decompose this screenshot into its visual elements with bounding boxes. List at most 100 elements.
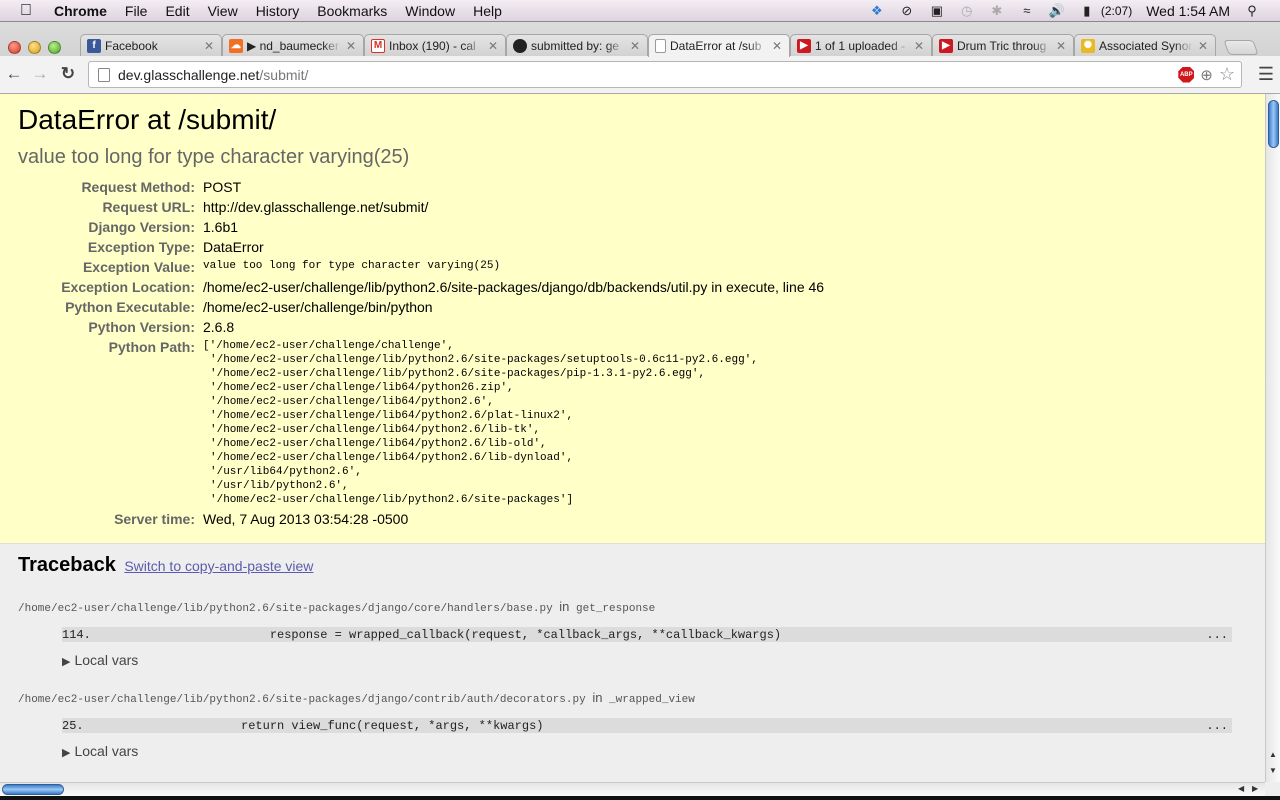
info-value: 1.6b1 <box>203 219 239 235</box>
chrome-menu-icon[interactable]: ☰ <box>1258 64 1274 85</box>
youtube-icon: ▶ <box>797 38 811 53</box>
new-tab-button[interactable] <box>1223 40 1259 55</box>
frame-file-path: /home/ec2-user/challenge/lib/python2.6/s… <box>18 603 553 615</box>
frame-context-line[interactable]: 25. return view_func(request, *args, **k… <box>62 718 1232 733</box>
volume-icon[interactable]: 🔊 <box>1049 3 1065 18</box>
tab-title: submitted by: ge <box>531 38 620 53</box>
scroll-left-arrow[interactable]: ◀ <box>1238 784 1244 793</box>
vertical-scroll-thumb[interactable] <box>1268 100 1279 148</box>
scroll-down-arrow[interactable]: ▼ <box>1269 766 1277 775</box>
info-label: Python Version: <box>88 319 195 335</box>
switch-to-copy-paste-link[interactable]: Switch to copy-and-paste view <box>124 558 313 574</box>
tab-close-icon[interactable]: ✕ <box>1197 39 1209 53</box>
soundcloud-icon: ☁ <box>229 38 243 53</box>
reload-button[interactable]: ↻ <box>58 64 78 84</box>
error-subtitle: value too long for type character varyin… <box>18 146 410 168</box>
menu-file[interactable]: File <box>125 3 148 19</box>
forward-button[interactable]: → <box>30 64 50 84</box>
tab-close-icon[interactable]: ✕ <box>629 39 641 53</box>
menu-help[interactable]: Help <box>473 3 502 19</box>
tab-close-icon[interactable]: ✕ <box>1055 39 1067 53</box>
expand-context-button[interactable]: ... <box>1206 628 1232 642</box>
tab-close-icon[interactable]: ✕ <box>913 39 925 53</box>
menu-edit[interactable]: Edit <box>165 3 189 19</box>
info-value: DataError <box>203 239 264 255</box>
facebook-icon: f <box>87 38 101 53</box>
python-path-entry: '/home/ec2-user/challenge/lib/python2.6/… <box>210 368 706 380</box>
python-path-entry: '/usr/lib64/python2.6', <box>210 466 362 478</box>
horizontal-scrollbar[interactable]: ◀ ▶ <box>0 782 1265 796</box>
local-vars-label: Local vars <box>74 743 139 759</box>
tab-dataerror[interactable]: DataError at /sub ✕ <box>648 34 790 57</box>
wifi-icon[interactable]: ≈ <box>1019 3 1035 18</box>
python-path-entry: '/usr/lib/python2.6', <box>210 480 349 492</box>
menu-bookmarks[interactable]: Bookmarks <box>317 3 387 19</box>
scroll-up-arrow[interactable]: ▲ <box>1269 750 1277 759</box>
horizontal-scroll-thumb[interactable] <box>2 784 64 795</box>
info-row-python-path: Python Path: ['/home/ec2-user/challenge/c… <box>18 337 824 509</box>
sync-icon[interactable]: ⊘ <box>899 3 915 18</box>
traceback-frame: /home/ec2-user/challenge/lib/python2.6/s… <box>18 690 1247 759</box>
battery-icon[interactable]: ▮ <box>1079 3 1095 18</box>
tab-youtube-upload[interactable]: ▶ 1 of 1 uploaded - ✕ <box>790 34 932 56</box>
menu-window[interactable]: Window <box>405 3 455 19</box>
resize-corner[interactable] <box>1265 782 1280 796</box>
minimize-window-button[interactable] <box>28 41 41 54</box>
apple-menu-icon[interactable]:  <box>20 2 40 20</box>
info-row: Python Version: 2.6.8 <box>18 317 824 337</box>
info-label: Python Path: <box>108 339 195 355</box>
zoom-icon[interactable]: ⊕ <box>1200 66 1213 84</box>
expand-context-button[interactable]: ... <box>1206 719 1232 733</box>
tab-soundcloud[interactable]: ☁ ▶ nd_baumecker ✕ <box>222 34 364 56</box>
back-button[interactable]: ← <box>4 64 24 84</box>
info-row: Exception Type: DataError <box>18 237 824 257</box>
frame-location: /home/ec2-user/challenge/lib/python2.6/s… <box>18 690 1247 706</box>
info-row: Python Executable: /home/ec2-user/challen… <box>18 297 824 317</box>
local-vars-toggle[interactable]: ▶ Local vars <box>62 652 1247 668</box>
adblock-plus-icon[interactable]: ABP <box>1178 66 1195 83</box>
info-label: Request Method: <box>81 179 195 195</box>
spotlight-search-icon[interactable]: ⚲ <box>1244 3 1260 18</box>
tab-associated-synonyms[interactable]: ✺ Associated Synon ✕ <box>1074 34 1216 56</box>
tab-close-icon[interactable]: ✕ <box>771 39 783 53</box>
tab-close-icon[interactable]: ✕ <box>203 39 215 53</box>
tab-gmail[interactable]: M Inbox (190) - cal ✕ <box>364 34 506 56</box>
dropbox-icon[interactable]: ❖ <box>869 3 885 18</box>
info-row: Request Method: POST <box>18 177 824 197</box>
disclosure-triangle-icon: ▶ <box>62 747 71 759</box>
tab-title: 1 of 1 uploaded - <box>815 38 906 53</box>
info-label: Exception Location: <box>61 279 195 295</box>
local-vars-toggle[interactable]: ▶ Local vars <box>62 743 1247 759</box>
close-window-button[interactable] <box>8 41 21 54</box>
menu-app-chrome[interactable]: Chrome <box>54 3 107 19</box>
local-vars-label: Local vars <box>74 652 139 668</box>
menu-view[interactable]: View <box>208 3 238 19</box>
frame-context-line[interactable]: 114. response = wrapped_callback(request… <box>62 627 1232 642</box>
bluetooth-icon[interactable]: ✱ <box>989 3 1005 18</box>
disclosure-triangle-icon: ▶ <box>62 656 71 668</box>
display-icon[interactable]: ▣ <box>929 3 945 18</box>
zoom-window-button[interactable] <box>48 41 61 54</box>
python-path-entry: ['/home/ec2-user/challenge/challenge', <box>203 340 454 352</box>
battery-time: (2:07) <box>1100 3 1133 18</box>
scroll-right-arrow[interactable]: ▶ <box>1252 784 1258 793</box>
tab-youtube-drum[interactable]: ▶ Drum Tric throug ✕ <box>932 34 1074 56</box>
menu-history[interactable]: History <box>256 3 300 19</box>
clock[interactable]: Wed 1:54 AM <box>1146 3 1230 19</box>
info-value: /home/ec2-user/challenge/lib/python2.6/s… <box>203 279 825 295</box>
python-path-entry: '/home/ec2-user/challenge/lib64/python2.… <box>210 438 547 450</box>
tab-close-icon[interactable]: ✕ <box>345 39 357 53</box>
python-path-entry: '/home/ec2-user/challenge/lib/python2.6/… <box>210 354 758 366</box>
info-row: Exception Location: /home/ec2-user/challe… <box>18 277 824 297</box>
address-bar[interactable]: dev.glasschallenge.net/submit/ ABP ⊕ ☆ <box>88 61 1242 88</box>
bookmark-star-icon[interactable]: ☆ <box>1219 64 1235 85</box>
page-icon <box>98 67 110 82</box>
frame-function: get_response <box>576 603 656 615</box>
tab-close-icon[interactable]: ✕ <box>487 39 499 53</box>
code-line: return view_func(request, *args, **kwarg… <box>97 718 544 733</box>
tab-github[interactable]: submitted by: ge ✕ <box>506 34 648 56</box>
time-machine-icon[interactable]: ◷ <box>959 3 975 18</box>
vertical-scrollbar[interactable]: ▲ ▼ <box>1265 94 1280 782</box>
info-label: Request URL: <box>102 199 195 215</box>
tab-facebook[interactable]: f Facebook ✕ <box>80 34 222 56</box>
